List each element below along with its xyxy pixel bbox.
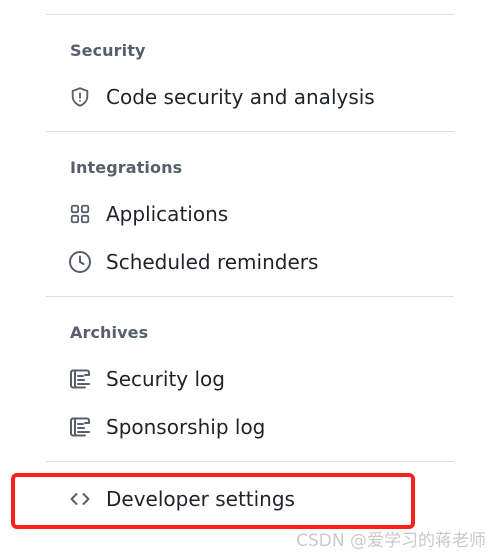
- highlight-annotation-box: [11, 473, 415, 529]
- nav-item-scheduled-reminders[interactable]: Scheduled reminders: [66, 244, 318, 280]
- nav-item-code-security[interactable]: Code security and analysis: [66, 79, 375, 115]
- nav-item-applications[interactable]: Applications: [66, 196, 228, 232]
- log-icon: [66, 365, 94, 393]
- settings-sidebar: Security Code security and analysis Inte…: [0, 0, 498, 559]
- apps-grid-icon: [66, 200, 94, 228]
- nav-item-label: Sponsorship log: [106, 415, 266, 439]
- nav-item-security-log[interactable]: Security log: [66, 361, 225, 397]
- nav-item-label: Security log: [106, 367, 225, 391]
- log-icon: [66, 413, 94, 441]
- nav-item-label: Scheduled reminders: [106, 250, 319, 274]
- section-heading-integrations: Integrations: [70, 158, 183, 177]
- divider: [46, 131, 454, 132]
- section-heading-archives: Archives: [70, 323, 149, 342]
- section-heading-security: Security: [70, 41, 146, 60]
- divider: [46, 296, 454, 297]
- nav-item-label: Code security and analysis: [106, 85, 375, 109]
- nav-item-label: Applications: [106, 202, 229, 226]
- nav-item-sponsorship-log[interactable]: Sponsorship log: [66, 409, 265, 445]
- watermark: CSDN @爱学习的蒋老师: [296, 531, 486, 551]
- divider: [46, 14, 454, 15]
- clock-icon: [66, 248, 94, 276]
- divider: [46, 461, 454, 462]
- shield-icon: [66, 83, 94, 111]
